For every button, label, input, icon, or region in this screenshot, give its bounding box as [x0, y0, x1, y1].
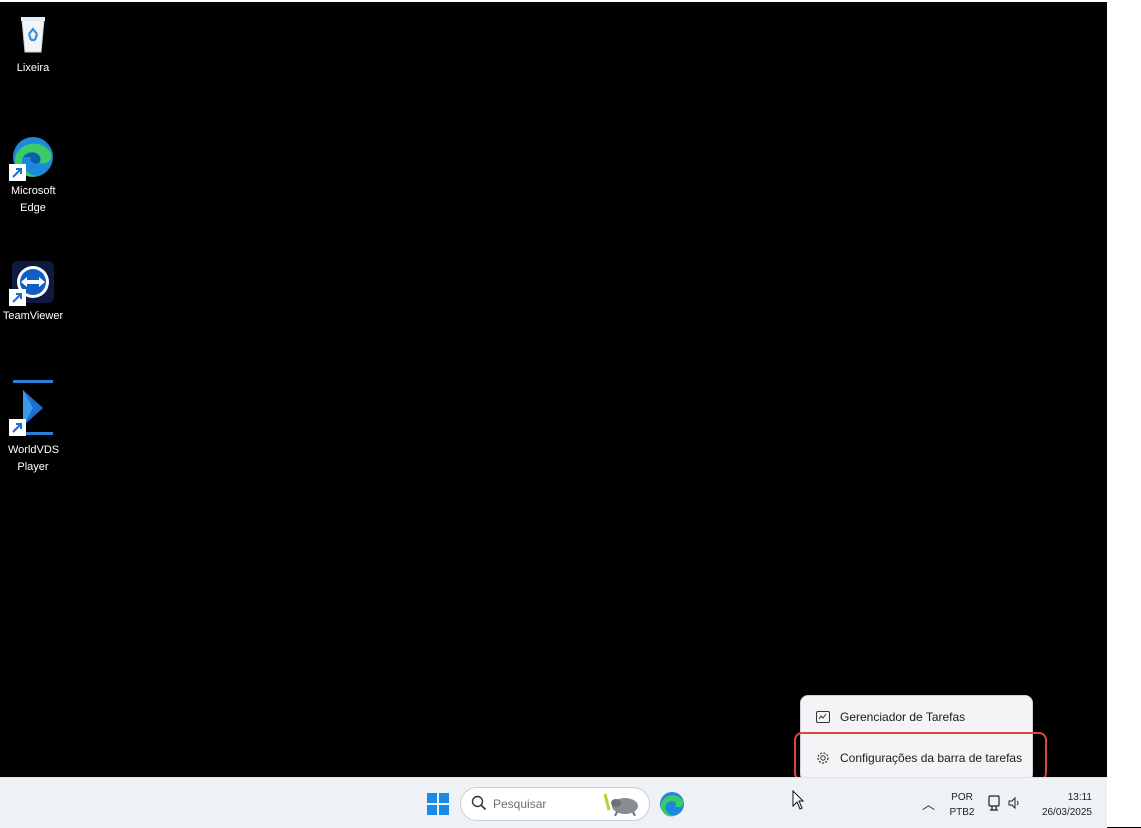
language-code: POR: [951, 792, 973, 803]
taskbar-edge-button[interactable]: [658, 790, 686, 818]
search-placeholder: Pesquisar: [493, 797, 547, 811]
edge-icon: [660, 792, 684, 817]
edge-icon: [9, 135, 55, 181]
desktop-icon-recycle-bin[interactable]: Lixeira: [0, 12, 66, 77]
show-hidden-icons-chevron-icon[interactable]: ︿: [922, 794, 935, 813]
start-button[interactable]: [427, 793, 449, 815]
desktop-icon-microsoft-edge[interactable]: Microsoft Edge: [0, 135, 66, 217]
search-highlight-illustration-icon: [603, 792, 641, 821]
task-manager-icon: [814, 708, 832, 726]
shortcut-arrow-icon: [9, 419, 26, 436]
desktop-icon-worldvds-player[interactable]: WorldVDS Player: [0, 380, 66, 476]
windows-logo-icon: [427, 793, 437, 803]
taskbar[interactable]: Pesquisar ︿ POR PTB2 13:11 26/03/2025: [0, 777, 1107, 828]
search-icon: [471, 795, 487, 816]
worldvds-player-icon: [9, 380, 55, 436]
desktop-icon-label: Lixeira: [16, 62, 50, 74]
desktop-icon-teamviewer[interactable]: TeamViewer: [0, 260, 66, 325]
desktop-icon-label: Microsoft Edge: [11, 185, 56, 214]
network-icon[interactable]: [988, 795, 1002, 816]
mouse-pointer-icon: [792, 789, 805, 815]
clock-date: 26/03/2025: [1041, 807, 1092, 818]
recycle-bin-icon: [11, 12, 55, 56]
teamviewer-icon: [9, 260, 55, 306]
shortcut-arrow-icon: [9, 164, 26, 181]
screen-border-right: [1107, 0, 1141, 827]
desktop-icon-label: WorldVDS Player: [8, 444, 60, 473]
windows-logo-icon: [427, 805, 437, 815]
system-clock[interactable]: 13:11 26/03/2025: [1034, 790, 1092, 820]
keyboard-layout: PTB2: [949, 807, 975, 818]
language-indicator[interactable]: POR PTB2: [948, 790, 976, 820]
shortcut-arrow-icon: [9, 289, 26, 306]
taskbar-search-box[interactable]: Pesquisar: [460, 787, 650, 821]
menu-item-task-manager[interactable]: Gerenciador de Tarefas: [807, 700, 1025, 734]
highlight-annotation: [794, 732, 1047, 781]
clock-time: 13:11: [1067, 792, 1092, 803]
screen-border-top: [0, 0, 1141, 2]
windows-logo-icon: [439, 805, 449, 815]
windows-logo-icon: [439, 793, 449, 803]
desktop-icon-label: TeamViewer: [2, 310, 64, 322]
volume-icon[interactable]: [1008, 796, 1022, 815]
menu-item-label: Gerenciador de Tarefas: [840, 710, 966, 724]
